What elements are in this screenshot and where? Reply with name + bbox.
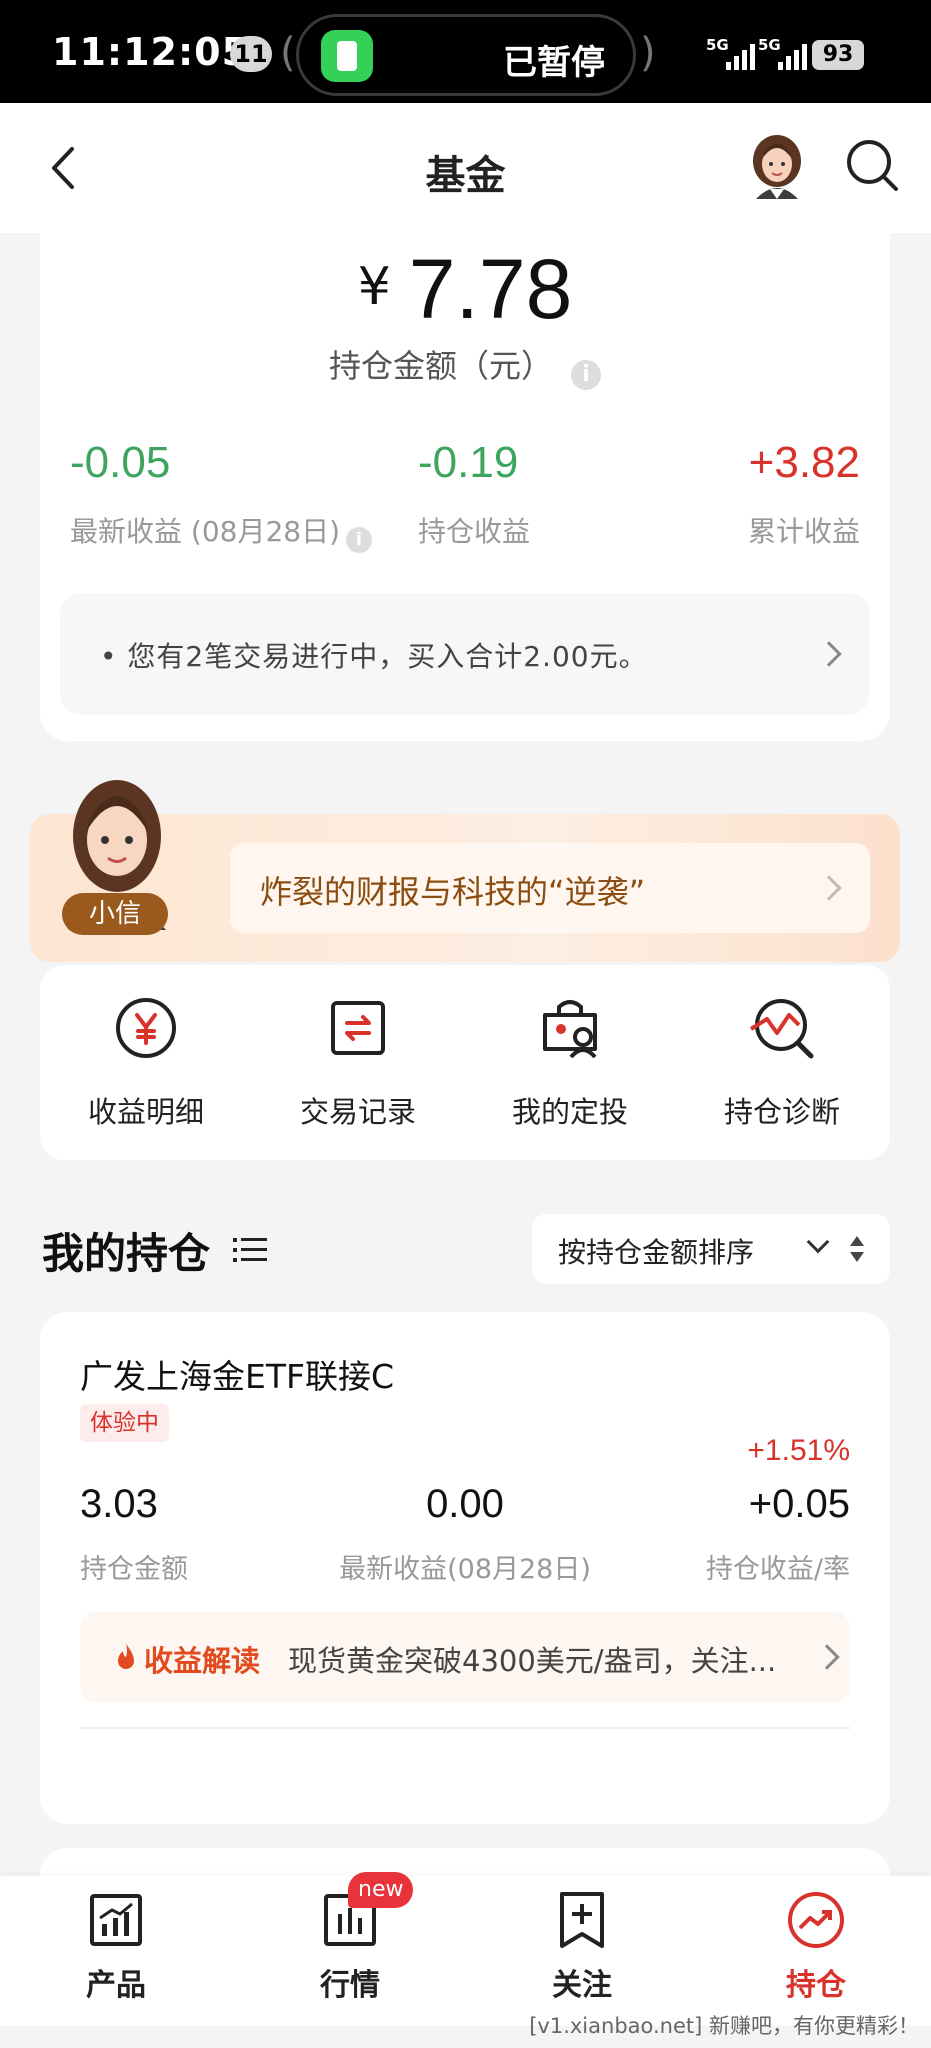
pending-trades-notice[interactable]: • 您有2笔交易进行中，买入合计2.00元。 <box>60 593 870 715</box>
fund-profit-label: 持仓收益/率 <box>705 1554 850 1585</box>
total-amount-label-text: 持仓金额（元） <box>328 347 553 385</box>
currency-symbol: ¥ <box>357 257 391 317</box>
paren-left-icon: ( <box>280 30 296 76</box>
tab-holdings[interactable]: 持仓 <box>726 1890 906 2004</box>
fund-holding-card[interactable]: 广发上海金ETF联接C 体验中 +1.51% 3.03 持仓金额 0.00 最新… <box>40 1312 890 1824</box>
stat-cumulative-income[interactable]: +3.82 累计收益 <box>748 438 860 550</box>
status-time: 11:12:05 <box>52 30 250 74</box>
action-income-detail[interactable]: 收益明细 <box>40 993 252 1131</box>
action-label: 收益明细 <box>87 1095 204 1129</box>
product-chart-icon <box>90 1894 142 1946</box>
live-activity-status: 已暂停 <box>503 43 605 83</box>
action-label: 交易记录 <box>299 1095 416 1129</box>
dynamic-island[interactable]: 已暂停 <box>296 14 636 96</box>
holdings-icon <box>788 1892 844 1948</box>
exchange-icon <box>331 1001 385 1055</box>
notification-count-badge: 11 <box>230 36 272 72</box>
sort-dropdown[interactable]: 按持仓金额排序 <box>532 1214 890 1284</box>
search-icon[interactable] <box>844 137 900 193</box>
action-label: 持仓诊断 <box>723 1095 840 1129</box>
app-live-icon <box>321 30 373 82</box>
stat-label-text: 最新收益 (08月28日) <box>70 515 341 548</box>
tab-label: 关注 <box>552 1968 612 2003</box>
card-divider <box>80 1727 850 1729</box>
stat-value: -0.05 <box>70 438 171 487</box>
diagnosis-icon <box>749 999 814 1059</box>
list-icon <box>232 1238 267 1262</box>
sort-label: 按持仓金额排序 <box>558 1236 755 1269</box>
tab-product[interactable]: 产品 <box>26 1890 206 2004</box>
holdings-title-text: 我的持仓 <box>42 1229 211 1278</box>
chevron-right-icon <box>814 1644 840 1670</box>
tab-watchlist[interactable]: 关注 <box>492 1890 672 2004</box>
total-amount-value: 7.78 <box>408 242 573 336</box>
assistant-message-text: 炸裂的财报与科技的“逆袭” <box>260 873 646 911</box>
stat-value: +3.82 <box>748 438 860 487</box>
yen-circle-icon <box>116 998 176 1058</box>
stat-value: -0.19 <box>418 438 519 487</box>
battery-icon: 93 <box>812 40 864 70</box>
bottom-tab-bar: 产品 行情 关注 持仓 <box>0 1876 931 2026</box>
signal-5g-2-icon: 5G <box>758 36 807 70</box>
action-auto-invest[interactable]: 我的定投 <box>464 993 676 1131</box>
action-trade-records[interactable]: 交易记录 <box>252 993 464 1131</box>
chevron-down-icon <box>806 1230 830 1254</box>
assistant-name-tag: 小信 <box>62 893 168 935</box>
total-amount-label: 持仓金额（元） i <box>40 341 890 390</box>
info-icon[interactable]: i <box>571 360 601 390</box>
insight-label: 收益解读 <box>144 1644 261 1678</box>
assistant-message[interactable]: 炸裂的财报与科技的“逆袭” <box>230 843 870 933</box>
tab-label: 持仓 <box>786 1968 846 2003</box>
signal-5g-1-icon: 5G <box>706 36 755 70</box>
profit-insight[interactable]: 收益解读 现货黄金突破4300美元/盎司，关注... <box>80 1612 850 1702</box>
stat-latest-income[interactable]: -0.05 最新收益 (08月28日) i <box>70 438 373 553</box>
tab-label: 产品 <box>86 1968 146 2003</box>
stat-holding-income[interactable]: -0.19 持仓收益 <box>418 438 530 550</box>
pending-trades-text: • 您有2笔交易进行中，买入合计2.00元。 <box>100 640 648 673</box>
assistant-avatar[interactable] <box>748 131 806 199</box>
info-icon[interactable]: i <box>346 527 373 553</box>
fund-profit-value: +0.05 <box>748 1482 850 1526</box>
total-holding-amount: ¥7.78 <box>40 241 890 338</box>
insight-text: 现货黄金突破4300美元/盎司，关注... <box>288 1644 777 1678</box>
tab-label: 行情 <box>320 1968 380 2003</box>
holdings-summary-card: ¥7.78 持仓金额（元） i -0.05 最新收益 (08月28日) i -0.1… <box>40 233 890 741</box>
fund-profit-col: +0.05 持仓收益/率 <box>706 1482 850 1586</box>
chevron-right-icon <box>816 875 842 901</box>
new-badge: new <box>348 1872 414 1908</box>
top-nav-bar: 基金 <box>0 103 931 233</box>
paren-right-icon: ) <box>640 30 656 76</box>
fund-profit-rate: +1.51% <box>747 1434 850 1467</box>
stat-label: 持仓收益 <box>418 515 531 548</box>
status-bar: 11:12:05 11 ( 已暂停 ) 5G 5G 93 <box>0 0 931 103</box>
holdings-section-title[interactable]: 我的持仓 <box>42 1220 269 1281</box>
action-label: 我的定投 <box>511 1095 628 1129</box>
sort-order-icon[interactable] <box>850 1236 864 1262</box>
chevron-right-icon <box>816 641 842 667</box>
stat-label: 最新收益 (08月28日) i <box>70 510 373 553</box>
flame-icon <box>118 1644 134 1669</box>
bookmark-plus-icon <box>560 1892 604 1948</box>
stat-label: 累计收益 <box>747 515 860 548</box>
fund-name: 广发上海金ETF联接C <box>80 1357 395 1396</box>
auto-invest-icon <box>543 1000 597 1059</box>
trial-badge: 体验中 <box>80 1404 169 1442</box>
watermark: [v1.xianbao.net] 新赚吧，有你更精彩！ <box>529 2014 919 2038</box>
action-diagnosis[interactable]: 持仓诊断 <box>676 993 888 1131</box>
quick-actions: 收益明细 交易记录 我的定投 持仓诊断 <box>40 965 890 1160</box>
